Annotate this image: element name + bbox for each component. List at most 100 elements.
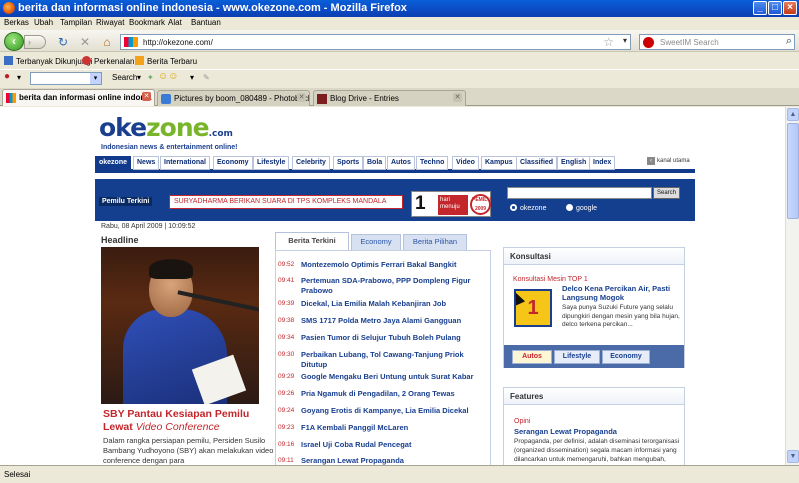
radio-google[interactable]: google <box>566 204 597 212</box>
nav-video[interactable]: Video <box>452 156 479 170</box>
bookmark-perkenalan[interactable]: Perkenalan <box>82 56 134 66</box>
nav-techno[interactable]: Techno <box>416 156 449 170</box>
tab-close-icon[interactable]: ✕ <box>453 93 462 102</box>
select-dropdown-icon[interactable]: ▾ <box>90 73 101 84</box>
minimize-button[interactable]: _ <box>753 1 767 15</box>
news-headline[interactable]: SMS 1717 Polda Metro Jaya Alami Gangguan <box>301 316 487 326</box>
url-dropdown-icon[interactable]: ▾ <box>623 36 627 45</box>
stop-icon[interactable]: ✕ <box>78 35 92 49</box>
tab-photobucket[interactable]: Pictures by boom_080489 - Photobucket ✕ <box>157 90 310 106</box>
firefox-icon <box>3 2 15 14</box>
home-icon[interactable]: ⌂ <box>100 35 114 49</box>
menu-berkas[interactable]: Berkas <box>4 18 29 27</box>
konsultasi-tab-lifestyle[interactable]: Lifestyle <box>554 350 600 364</box>
konsultasi-title[interactable]: Delco Kena Percikan Air, Pasti Langsung … <box>562 284 680 302</box>
news-headline[interactable]: Montezemolo Optimis Ferrari Bakal Bangki… <box>301 260 487 270</box>
tab-blogdrive[interactable]: Blog Drive - Entries ✕ <box>313 90 466 106</box>
window-titlebar: berita dan informasi online indonesia - … <box>0 0 799 17</box>
news-headline[interactable]: Israel Uji Coba Rudal Pencegat <box>301 440 487 450</box>
news-headline[interactable]: Pria Ngamuk di Pengadilan, 2 Orang Tewas <box>301 389 487 399</box>
nav-bola[interactable]: Bola <box>363 156 387 170</box>
radio-okezone[interactable]: okezone <box>510 204 546 212</box>
nav-okezone[interactable]: okezone <box>95 156 132 170</box>
kanal-utama-link[interactable]: ‹ kanal utama <box>647 157 690 165</box>
menu-ubah[interactable]: Ubah <box>34 18 53 27</box>
site-search-input[interactable] <box>507 187 652 199</box>
toolbar-search-arrow-icon[interactable]: ▾ <box>137 73 141 82</box>
news-headline[interactable]: Pasien Tumor di Selujur Tubuh Boleh Pula… <box>301 333 487 343</box>
nav-international[interactable]: International <box>160 156 211 170</box>
menu-bookmark[interactable]: Bookmark <box>129 18 165 27</box>
nav-sports[interactable]: Sports <box>333 156 364 170</box>
toolbar-search-select[interactable]: ▾ <box>30 72 102 85</box>
features-category[interactable]: Opini <box>514 418 530 425</box>
tab-economy[interactable]: Economy <box>351 234 401 250</box>
news-headline[interactable]: Google Mengaku Beri Untung untuk Surat K… <box>301 372 487 382</box>
search-engine-icon[interactable] <box>643 37 654 48</box>
nav-celebrity[interactable]: Celebrity <box>292 156 330 170</box>
pemilu-terkini-label: Pemilu Terkini <box>99 197 153 206</box>
nav-classified[interactable]: Classified <box>516 156 558 170</box>
back-button[interactable]: ‹ <box>4 32 24 51</box>
toolbar-search-button[interactable]: Search <box>112 73 137 82</box>
news-headline[interactable]: Dicekal, Lia Emilia Malah Kebanjiran Job <box>301 299 487 309</box>
headline-photo[interactable] <box>101 247 259 404</box>
toolbar-pen-icon[interactable]: ✎ <box>203 73 210 82</box>
menu-bantuan[interactable]: Bantuan <box>191 18 221 27</box>
menu-riwayat[interactable]: Riwayat <box>96 18 124 27</box>
smiley-icon[interactable]: ☺☺ <box>158 71 178 82</box>
okezone-logo[interactable]: okezone.com <box>99 113 233 142</box>
nav-news[interactable]: News <box>133 156 160 170</box>
news-headline[interactable]: Perbaikan Lubang, Tol Cawang-Tanjung Pri… <box>301 350 487 370</box>
site-search-button[interactable]: Search <box>653 187 680 199</box>
nav-index[interactable]: Index <box>589 156 616 170</box>
nav-economy[interactable]: Economy <box>213 156 253 170</box>
menu-tampilan[interactable]: Tampilan <box>60 18 92 27</box>
news-headline[interactable]: F1A Kembali Panggil McLaren <box>301 423 487 433</box>
konsultasi-tab-economy[interactable]: Economy <box>602 350 650 364</box>
bookmark-berita-terbaru[interactable]: Berita Terbaru <box>135 56 197 66</box>
nav-lifestyle[interactable]: Lifestyle <box>253 156 290 170</box>
konsultasi-subtitle[interactable]: Konsultasi Mesin TOP 1 <box>513 276 588 283</box>
news-headline[interactable]: Pertemuan SDA-Prabowo, PPP Dompleng Figu… <box>301 276 487 296</box>
bookmark-star-icon[interactable]: ☆ <box>603 35 614 49</box>
pemilu-ticker[interactable]: SURYADHARMA BERIKAN SUARA DI TPS KOMPLEK… <box>169 195 403 209</box>
nav-kampus[interactable]: Kampus <box>481 156 517 170</box>
sweetim-menu-arrow-icon[interactable]: ▾ <box>17 73 21 82</box>
news-list: 09:52 Montezemolo Optimis Ferrari Bakal B… <box>275 250 491 465</box>
features-title[interactable]: Serangan Lewat Propaganda <box>514 427 682 436</box>
smiley-arrow-icon[interactable]: ▾ <box>190 73 194 82</box>
toolbar-highlight-icon[interactable]: ✦ <box>147 73 154 82</box>
news-headline[interactable]: Goyang Erotis di Kampanye, Lia Emilia Di… <box>301 406 487 416</box>
logo-zone-text: zone <box>146 113 209 142</box>
web-search-box[interactable]: SweetIM Search ⌕ <box>639 34 795 50</box>
scroll-thumb[interactable] <box>787 123 799 219</box>
maximize-button[interactable]: □ <box>768 1 782 15</box>
nav-english[interactable]: English <box>557 156 591 170</box>
close-window-button[interactable]: × <box>783 1 797 15</box>
bookmark-terbanyak-dikunjungi[interactable]: Terbanyak Dikunjungi <box>4 56 93 66</box>
page-scrollbar[interactable]: ▲ ▼ <box>785 107 799 465</box>
sweetim-logo-icon[interactable]: ● <box>4 71 10 82</box>
tab-berita-pilihan[interactable]: Berita Pilihan <box>403 234 467 250</box>
konsultasi-tabs: Autos Lifestyle Economy <box>504 345 684 368</box>
headline-title[interactable]: SBY Pantau Kesiapan Pemilu Lewat Video C… <box>103 408 273 434</box>
reload-icon[interactable]: ↻ <box>56 35 70 49</box>
news-headline[interactable]: Serangan Lewat Propaganda <box>301 456 487 465</box>
konsultasi-tab-autos[interactable]: Autos <box>512 350 552 364</box>
pemilu-countdown[interactable]: 1 hari menuju PEMILU 2009 <box>411 191 491 217</box>
forward-button[interactable]: › <box>24 35 46 49</box>
site-favicon <box>124 37 138 47</box>
menu-alat[interactable]: Alat <box>168 18 182 27</box>
tab-close-icon[interactable]: ✕ <box>297 93 306 102</box>
scroll-down-icon[interactable]: ▼ <box>787 450 799 463</box>
url-bar[interactable]: http://okezone.com/ ☆ ▾ <box>120 34 631 50</box>
search-go-icon[interactable]: ⌕ <box>786 35 792 48</box>
news-tabs: Berita Terkini Economy Berita Pilihan <box>275 232 491 250</box>
tab-berita-terkini[interactable]: Berita Terkini <box>275 232 349 250</box>
tab-close-icon[interactable]: ✕ <box>142 92 151 101</box>
nav-autos[interactable]: Autos <box>387 156 415 170</box>
scroll-up-icon[interactable]: ▲ <box>787 108 799 121</box>
bookmark-folder-icon <box>4 56 13 65</box>
tab-okezone[interactable]: berita dan informasi online indon... ✕ <box>2 89 155 106</box>
